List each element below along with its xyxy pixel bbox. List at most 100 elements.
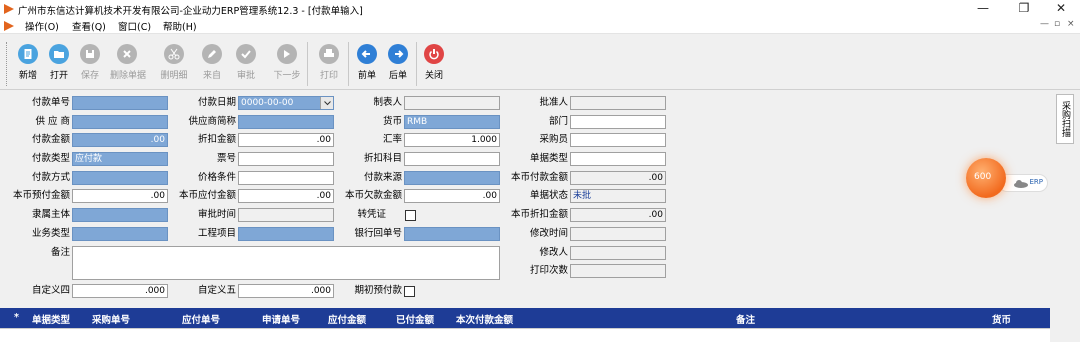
entity-label: 隶属主体 — [31, 209, 70, 220]
detail-grid-header: * 单据类型 采购单号 应付单号 申请单号 应付金额 已付金额 本次付款金额 备… — [0, 308, 1050, 328]
discount-amount-label: 折扣金额 — [197, 134, 236, 145]
bank-receipt-no-field[interactable] — [404, 227, 500, 241]
previous-record-button[interactable]: 前单 — [350, 44, 384, 86]
arrow-left-icon — [357, 44, 377, 64]
column-currency[interactable]: 货币 — [992, 312, 1011, 326]
local-owed-amount-field[interactable]: .00 — [404, 189, 500, 203]
department-field[interactable] — [570, 115, 666, 129]
mdi-close-button[interactable]: × — [1067, 19, 1075, 29]
column-paid-amount[interactable]: 已付金额 — [396, 312, 434, 326]
approver-field[interactable] — [570, 96, 666, 110]
minimize-button[interactable]: — — [966, 0, 1000, 18]
mdi-restore-button[interactable]: ▫ — [1054, 19, 1060, 29]
payment-no-field[interactable] — [72, 96, 168, 110]
print-count-field[interactable] — [570, 264, 666, 278]
supplier-label: 供 应 商 — [35, 116, 70, 127]
price-terms-label: 价格条件 — [197, 172, 236, 183]
mdi-minimize-button[interactable]: — — [1040, 19, 1049, 29]
approve-button[interactable]: 审批 — [229, 44, 263, 86]
exchange-rate-field[interactable]: 1.000 — [404, 133, 500, 147]
column-purchase-no[interactable]: 采购单号 — [92, 312, 130, 326]
approver-label: 批准人 — [539, 97, 568, 108]
menu-operation[interactable]: 操作(O) — [25, 19, 59, 33]
price-terms-field[interactable] — [238, 171, 334, 185]
payment-source-label: 付款来源 — [363, 172, 402, 183]
modified-time-label: 修改时间 — [529, 228, 568, 239]
title-bar: 广州市东信达计算机技术开发有限公司-企业动力ERP管理系统12.3 - [付款单… — [0, 0, 1080, 18]
local-discount-amount-label: 本币折扣金额 — [510, 209, 568, 220]
local-prepay-amount-field[interactable]: .00 — [72, 189, 168, 203]
column-payable-no[interactable]: 应付单号 — [182, 312, 220, 326]
column-doc-type[interactable]: 单据类型 — [32, 312, 70, 326]
delete-document-button[interactable]: 删除单据 — [110, 44, 146, 86]
floating-widget[interactable]: ERP 600 — [958, 152, 1050, 216]
source-button[interactable]: 来自 — [195, 44, 229, 86]
next-step-button[interactable]: 下一步 — [270, 44, 304, 86]
column-current-payment[interactable]: 本次付款金额 — [456, 312, 513, 326]
print-button[interactable]: 打印 — [312, 44, 346, 86]
custom4-field[interactable]: .000 — [72, 284, 168, 298]
close-button[interactable]: 关闭 — [417, 44, 451, 86]
delete-detail-button[interactable]: 删明细 — [157, 44, 191, 86]
project-field[interactable] — [238, 227, 334, 241]
doc-status-label: 单据状态 — [529, 190, 568, 201]
creator-field[interactable] — [404, 96, 500, 110]
doc-status-field[interactable]: 未批 — [570, 189, 666, 203]
performance-orb[interactable]: 600 — [966, 158, 1006, 198]
initial-prepay-label: 期初预付款 — [354, 285, 402, 296]
custom5-field[interactable]: .000 — [238, 284, 334, 298]
currency-field[interactable]: RMB — [404, 115, 500, 129]
ticket-no-field[interactable] — [238, 152, 334, 166]
custom5-label: 自定义五 — [197, 285, 236, 296]
save-button[interactable]: 保存 — [73, 44, 107, 86]
menu-view[interactable]: 查看(Q) — [72, 19, 106, 33]
approval-time-field[interactable] — [238, 208, 334, 222]
local-discount-amount-field[interactable]: .00 — [570, 208, 666, 222]
local-payable-amount-label: 本币应付金额 — [178, 190, 236, 201]
column-request-no[interactable]: 申请单号 — [262, 312, 300, 326]
menu-help[interactable]: 帮助(H) — [163, 19, 197, 33]
close-window-button[interactable]: ✕ — [1044, 0, 1078, 18]
local-payment-amount-label: 本币付款金额 — [510, 172, 568, 183]
open-button[interactable]: 打开 — [42, 44, 76, 86]
column-payable-amount[interactable]: 应付金额 — [328, 312, 366, 326]
payment-no-label: 付款单号 — [31, 97, 70, 108]
arrow-right-icon — [388, 44, 408, 64]
payment-method-field[interactable] — [72, 171, 168, 185]
payment-date-field[interactable]: 0000-00-00 — [238, 96, 334, 110]
supplier-short-field[interactable] — [238, 115, 334, 129]
initial-prepay-checkbox[interactable] — [404, 286, 415, 297]
local-payable-amount-field[interactable]: .00 — [238, 189, 334, 203]
menu-window[interactable]: 窗口(C) — [118, 19, 151, 33]
local-payment-amount-field[interactable]: .00 — [570, 171, 666, 185]
column-remarks[interactable]: 备注 — [736, 312, 755, 326]
toolbar-grip[interactable] — [6, 42, 8, 86]
detail-grid-body[interactable] — [0, 328, 1050, 342]
doc-type-field[interactable] — [570, 152, 666, 166]
discount-amount-field[interactable]: .00 — [238, 133, 334, 147]
new-button[interactable]: 新增 — [11, 44, 45, 86]
modified-time-field[interactable] — [570, 227, 666, 241]
modified-by-field[interactable] — [570, 246, 666, 260]
entity-field[interactable] — [72, 208, 168, 222]
purchaser-field[interactable] — [570, 133, 666, 147]
to-voucher-checkbox[interactable] — [405, 210, 416, 221]
next-record-button[interactable]: 后单 — [381, 44, 415, 86]
payment-amount-field[interactable]: .00 — [72, 133, 168, 147]
purchaser-label: 采购员 — [539, 134, 568, 145]
business-type-field[interactable] — [72, 227, 168, 241]
approve-icon — [236, 44, 256, 64]
new-doc-icon — [18, 44, 38, 64]
maximize-button[interactable]: ❐ — [1007, 0, 1041, 18]
payment-type-label: 付款类型 — [31, 153, 70, 164]
payment-date-label: 付款日期 — [197, 97, 236, 108]
folder-icon — [49, 44, 69, 64]
discount-subject-field[interactable] — [404, 152, 500, 166]
tab-purchase-scan[interactable]: 采购扫描 — [1056, 94, 1074, 144]
chevron-down-icon[interactable] — [320, 97, 333, 109]
to-voucher-label: 转凭证 — [357, 209, 386, 220]
payment-type-field[interactable]: 应付款 — [72, 152, 168, 166]
supplier-field[interactable] — [72, 115, 168, 129]
payment-source-field[interactable] — [404, 171, 500, 185]
remarks-textarea[interactable] — [72, 246, 500, 280]
